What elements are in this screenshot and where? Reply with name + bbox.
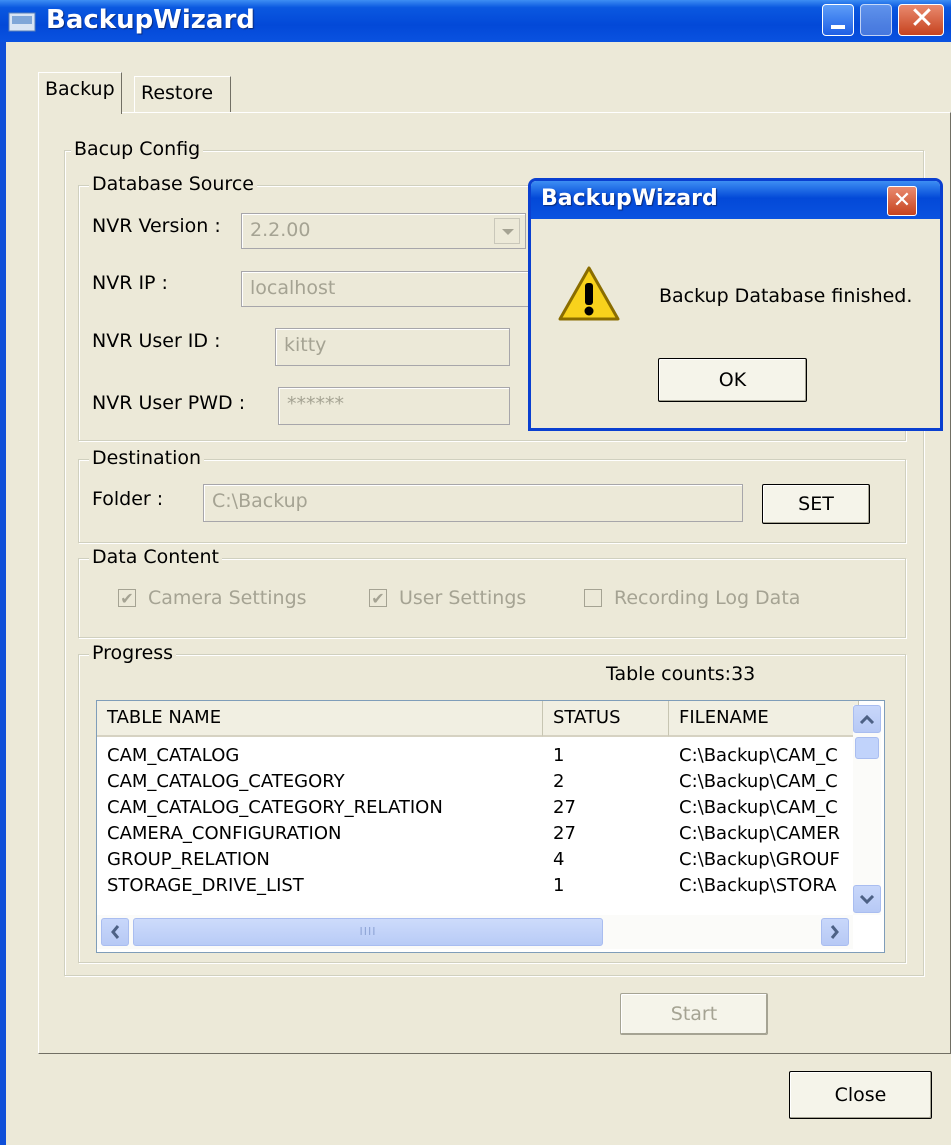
folder-label: Folder : [92, 488, 164, 510]
chevron-down-icon [502, 229, 514, 235]
cell-table-name: CAM_CATALOG_CATEGORY_RELATION [107, 797, 443, 818]
nvr-version-value: 2.2.00 [250, 219, 311, 241]
tab-backup-label: Backup [45, 78, 115, 100]
cell-status: 1 [553, 875, 565, 896]
user-settings-checkbox[interactable]: ✔ [369, 589, 387, 608]
tab-backup[interactable]: Backup [38, 72, 122, 114]
chevron-left-icon [111, 925, 120, 939]
nvr-user-pwd-label: NVR User PWD : [92, 392, 246, 414]
nvr-user-pwd-field[interactable]: ****** [278, 387, 510, 425]
cell-table-name: CAMERA_CONFIGURATION [107, 823, 342, 844]
close-button[interactable]: Close [789, 1071, 932, 1119]
minimize-icon [831, 25, 845, 29]
cell-status: 1 [553, 745, 565, 766]
close-icon: ✕ [909, 1, 935, 36]
window-left-border [0, 42, 6, 1145]
nvr-ip-label: NVR IP : [92, 272, 168, 294]
window-titlebar[interactable]: BackupWizard ✕ [0, 0, 951, 42]
data-content-legend: Data Content [89, 546, 222, 568]
backup-config-legend: Bacup Config [71, 138, 204, 160]
message-dialog: BackupWizard ✕ Backup Database finished.… [528, 178, 943, 431]
database-source-legend: Database Source [89, 173, 257, 195]
recording-log-data-label: Recording Log Data [614, 587, 801, 609]
scroll-right-button[interactable] [821, 918, 849, 946]
cell-status: 2 [553, 771, 565, 792]
destination-legend: Destination [89, 447, 205, 469]
cell-filename: C:\Backup\CAMER [679, 823, 841, 844]
nvr-user-id-label: NVR User ID : [92, 330, 221, 352]
tab-restore-label: Restore [141, 82, 214, 104]
dialog-title: BackupWizard [541, 186, 718, 211]
cell-filename: C:\Backup\CAM_C [679, 797, 838, 818]
cell-table-name: STORAGE_DRIVE_LIST [107, 875, 304, 896]
cell-filename: C:\Backup\GROUF [679, 849, 840, 870]
column-header-table-name[interactable]: TABLE NAME [97, 701, 543, 737]
checkmark-icon: ✔ [120, 589, 134, 608]
cell-table-name: GROUP_RELATION [107, 849, 270, 870]
horizontal-scroll-thumb[interactable]: IIII [133, 918, 603, 946]
window-close-button[interactable]: ✕ [898, 1, 944, 36]
checkmark-icon: ✔ [371, 589, 385, 608]
ok-button[interactable]: OK [658, 358, 807, 402]
app-icon [8, 12, 36, 32]
cell-filename: C:\Backup\CAM_C [679, 771, 838, 792]
nvr-version-dropdown-button[interactable] [494, 218, 520, 244]
user-settings-label: User Settings [399, 587, 527, 609]
vertical-scrollbar[interactable] [853, 705, 881, 915]
camera-settings-label: Camera Settings [148, 587, 307, 609]
cell-status: 27 [553, 797, 576, 818]
cell-table-name: CAM_CATALOG [107, 745, 240, 766]
chevron-up-icon [859, 714, 875, 725]
cell-filename: C:\Backup\STORA [679, 875, 837, 896]
column-header-status[interactable]: STATUS [543, 701, 669, 737]
dialog-message: Backup Database finished. [659, 285, 913, 307]
nvr-version-label: NVR Version : [92, 215, 221, 237]
cell-status: 4 [553, 849, 565, 870]
column-header-filename[interactable]: FILENAME [669, 701, 859, 737]
chevron-right-icon [830, 925, 839, 939]
nvr-user-id-field[interactable]: kitty [275, 328, 510, 366]
scroll-down-button[interactable] [853, 885, 881, 913]
camera-settings-checkbox[interactable]: ✔ [118, 589, 136, 608]
set-button[interactable]: SET [762, 484, 870, 524]
folder-field[interactable]: C:\Backup [203, 484, 743, 522]
dialog-titlebar[interactable]: BackupWizard ✕ [531, 181, 940, 219]
scroll-up-button[interactable] [853, 705, 881, 733]
dialog-close-button[interactable]: ✕ [887, 186, 917, 216]
close-icon: ✕ [892, 188, 912, 213]
recording-log-data-checkbox[interactable] [584, 589, 602, 607]
scroll-grip: IIII [359, 925, 377, 938]
vertical-scroll-thumb[interactable] [855, 737, 879, 759]
start-button[interactable]: Start [620, 993, 768, 1035]
cell-filename: C:\Backup\CAM_C [679, 745, 838, 766]
tab-restore[interactable]: Restore [134, 76, 231, 112]
window-title: BackupWizard [46, 5, 255, 35]
table-counts: Table counts:33 [606, 663, 756, 685]
chevron-down-icon [859, 894, 875, 905]
cell-status: 27 [553, 823, 576, 844]
nvr-version-select[interactable]: 2.2.00 [241, 213, 526, 249]
minimize-button[interactable] [822, 4, 854, 36]
scroll-left-button[interactable] [101, 918, 129, 946]
maximize-button[interactable] [860, 4, 892, 36]
horizontal-scrollbar[interactable]: IIII [97, 915, 853, 949]
progress-legend: Progress [89, 642, 177, 664]
cell-table-name: CAM_CATALOG_CATEGORY [107, 771, 345, 792]
warning-icon [558, 266, 620, 321]
nvr-ip-field[interactable]: localhost [241, 271, 531, 307]
